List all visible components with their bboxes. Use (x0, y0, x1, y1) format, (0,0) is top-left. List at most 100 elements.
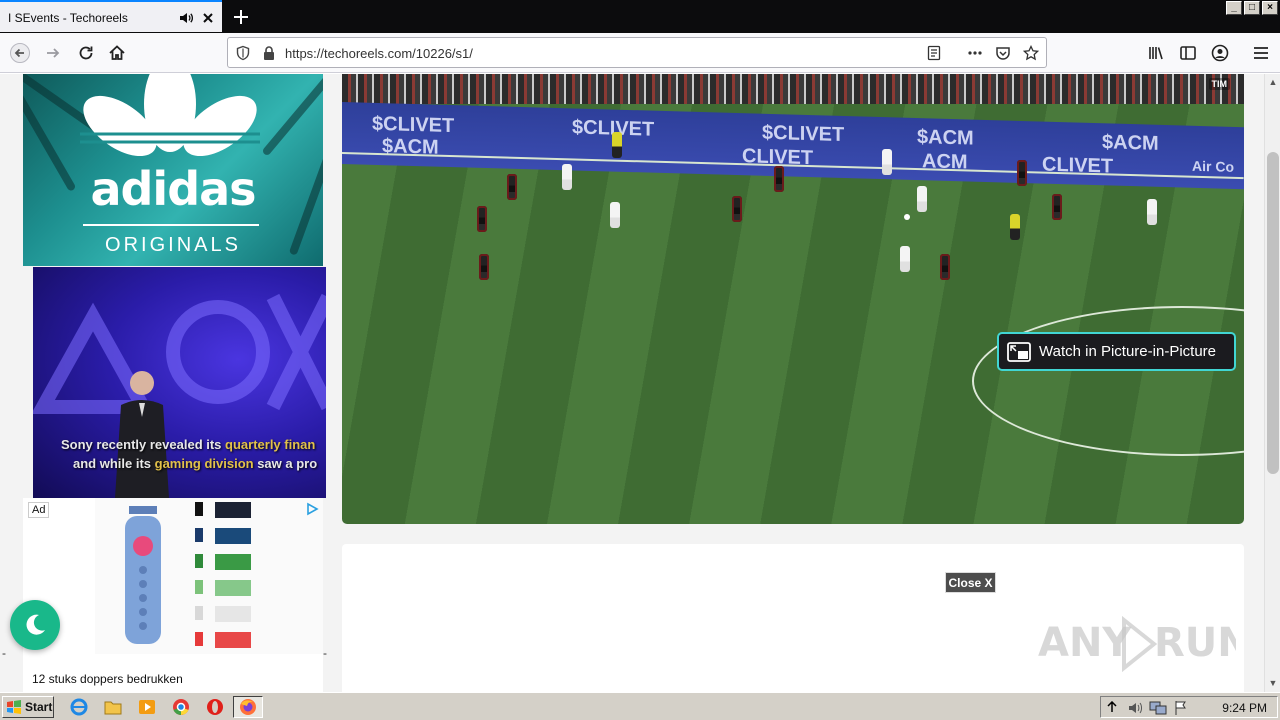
presenter-figure (115, 371, 169, 498)
player (732, 196, 742, 222)
picture-in-picture-icon (1007, 341, 1031, 362)
dark-mode-toggle[interactable] (10, 600, 60, 650)
shield-icon[interactable] (235, 45, 251, 61)
account-icon (1211, 44, 1229, 62)
chrome-icon[interactable] (172, 698, 190, 716)
ball (904, 214, 910, 220)
tab-strip: I SEvents - Techoreels _ □ × (0, 0, 1280, 33)
system-tray: 9:24 PM (1100, 696, 1278, 718)
close-ad-button[interactable]: Close X (945, 572, 996, 593)
menu-button[interactable] (1249, 41, 1273, 65)
scrollbar-thumb[interactable] (1267, 152, 1279, 474)
sidebar-button[interactable] (1176, 41, 1200, 65)
hamburger-menu-icon (1254, 47, 1268, 59)
bottle-illustration (125, 502, 251, 648)
scroll-up-arrow[interactable]: ▲ (1267, 76, 1279, 88)
player (612, 132, 622, 158)
adidas-ad-banner[interactable]: adidas ORIGINALS (23, 74, 323, 266)
volume-icon[interactable] (1127, 700, 1143, 716)
player (1052, 194, 1062, 220)
show-hidden-icons-icon[interactable] (1107, 701, 1117, 713)
folder-icon[interactable] (104, 698, 122, 716)
centre-circle (972, 306, 1244, 456)
clock[interactable]: 9:24 PM (1222, 701, 1267, 715)
close-window-button[interactable]: × (1262, 1, 1278, 15)
sony-video-ad[interactable]: Sony recently revealed its quarterly fin… (33, 267, 326, 498)
main-video-player[interactable]: $CLIVET $CLIVET $CLIVET $ACM $ACM $ACM C… (342, 74, 1244, 524)
player (774, 166, 784, 192)
lock-icon[interactable] (261, 45, 277, 61)
adidas-subline: ORIGINALS (105, 234, 241, 256)
product-image-bottles[interactable] (95, 498, 323, 654)
firefox-icon (240, 699, 256, 715)
speaker-icon[interactable] (178, 10, 194, 26)
more-actions-icon[interactable] (967, 45, 983, 61)
action-center-flag-icon[interactable] (1173, 700, 1189, 716)
ad-badge: Ad (28, 502, 50, 518)
minimize-button[interactable]: _ (1226, 1, 1242, 15)
start-label: Start (25, 700, 53, 714)
media-player-icon[interactable] (138, 698, 156, 716)
close-tab-icon[interactable] (200, 10, 216, 26)
moon-icon (26, 614, 45, 635)
account-button[interactable] (1208, 41, 1232, 65)
forward-button[interactable] (41, 41, 65, 65)
back-button[interactable] (8, 41, 32, 65)
player (900, 246, 910, 272)
scroll-down-arrow[interactable]: ▼ (1267, 677, 1279, 689)
internet-explorer-icon[interactable] (70, 698, 88, 716)
player (940, 254, 950, 280)
player (1017, 160, 1027, 186)
opera-icon[interactable] (206, 698, 224, 716)
start-button[interactable]: Start (2, 696, 54, 718)
player (610, 202, 620, 228)
player (1147, 199, 1157, 225)
reload-icon (79, 46, 93, 60)
pocket-icon[interactable] (995, 45, 1011, 61)
page-scrollbar[interactable]: ▲ ▼ (1264, 74, 1280, 692)
firefox-taskbar-button[interactable] (233, 696, 263, 718)
dash-mark: - (2, 646, 6, 660)
ad-headline[interactable]: 12 stuks doppers bedrukken (32, 672, 183, 686)
player (917, 186, 927, 212)
player (882, 149, 892, 175)
tab-active[interactable]: I SEvents - Techoreels (0, 0, 222, 33)
picture-in-picture-button[interactable]: Watch in Picture-in-Picture (997, 332, 1236, 371)
bookmark-star-icon[interactable] (1023, 45, 1039, 61)
video-caption: Sony recently revealed its quarterly fin… (61, 437, 318, 471)
adidas-trefoil-logo (80, 74, 260, 156)
restore-button[interactable]: □ (1244, 1, 1260, 15)
pip-label: Watch in Picture-in-Picture (1039, 343, 1216, 360)
sidebar-icon (1180, 46, 1196, 60)
web-page: adidas ORIGINALS Sony recently revealed … (0, 74, 1264, 692)
home-button[interactable] (105, 41, 129, 65)
stadium-stands (342, 74, 1244, 104)
dash-mark: - (323, 646, 327, 660)
adchoices-icon[interactable] (305, 502, 319, 516)
windows-logo-icon (7, 700, 21, 714)
home-icon (109, 45, 125, 60)
library-button[interactable] (1144, 41, 1168, 65)
url-text[interactable]: https://techoreels.com/10226/s1/ (285, 46, 473, 61)
playstation-symbols-backdrop (33, 293, 326, 414)
divider (83, 224, 259, 226)
player (1010, 214, 1020, 240)
player (562, 164, 572, 190)
reload-button[interactable] (74, 41, 98, 65)
ad-boards: $CLIVET $CLIVET $CLIVET $ACM $ACM $ACM C… (342, 102, 1244, 190)
svg-text:ANY: ANY (1038, 620, 1132, 666)
player (477, 206, 487, 232)
display-ad[interactable]: Ad 12 stuks doppers bedrukken (23, 498, 323, 692)
library-icon (1149, 47, 1163, 60)
broadcaster-logo: TIM (1208, 78, 1230, 90)
adidas-brand-text: adidas (90, 162, 256, 216)
address-bar[interactable]: https://techoreels.com/10226/s1/ (227, 37, 1047, 68)
svg-text:RUN: RUN (1154, 620, 1236, 666)
player (507, 174, 517, 200)
new-tab-button[interactable] (228, 4, 254, 30)
plus-icon (234, 10, 248, 24)
forward-arrow-icon (47, 48, 60, 58)
network-icon[interactable] (1149, 700, 1167, 716)
tab-title: I SEvents - Techoreels (8, 10, 128, 25)
reader-view-icon[interactable] (926, 45, 942, 61)
